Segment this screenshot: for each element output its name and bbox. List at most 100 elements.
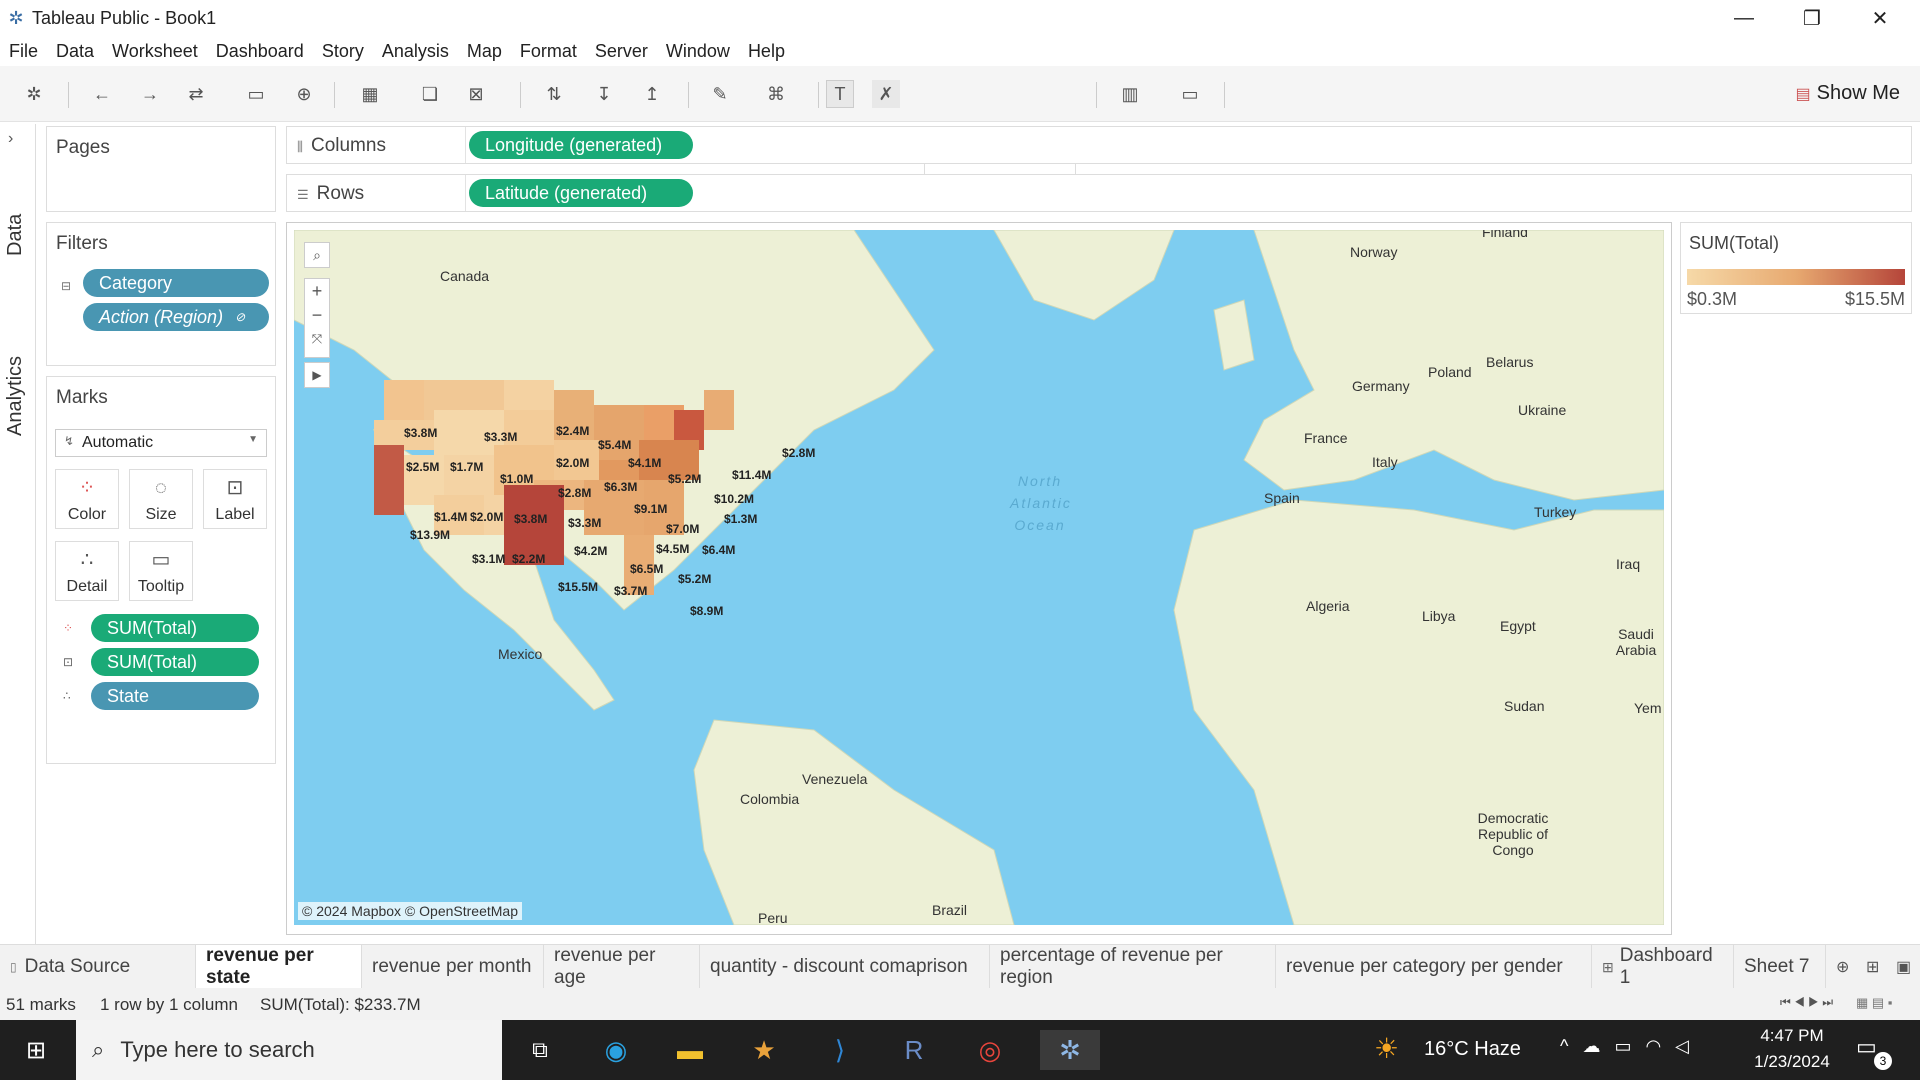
undo-icon[interactable]: ← xyxy=(88,80,116,108)
fix-axes-icon[interactable]: ✗ xyxy=(872,80,900,108)
filter-pill-action-region[interactable]: Action (Region) ⊘ xyxy=(83,303,269,331)
presentation-mode-icon[interactable]: ▭ xyxy=(1176,80,1204,108)
tab-percentage-revenue-region[interactable]: percentage of revenue per region xyxy=(990,945,1276,989)
state-label: $1.3M xyxy=(724,512,758,526)
menu-analysis[interactable]: Analysis xyxy=(373,41,458,62)
sort-descending-icon[interactable]: ↥ xyxy=(638,80,666,108)
new-story-tab-icon[interactable]: ▣ xyxy=(1896,957,1911,977)
menu-data[interactable]: Data xyxy=(47,41,103,62)
tab-revenue-category-gender[interactable]: revenue per category per gender xyxy=(1276,945,1592,989)
map-search-icon[interactable]: ⌕ xyxy=(304,242,330,268)
tab-sheet-7[interactable]: Sheet 7 xyxy=(1734,945,1826,989)
menu-dashboard[interactable]: Dashboard xyxy=(207,41,313,62)
new-dashboard-tab-icon[interactable]: ⊞ xyxy=(1866,957,1879,977)
redo-icon[interactable]: → xyxy=(136,80,164,108)
map-label-yemen: Yem xyxy=(1634,700,1662,716)
menu-file[interactable]: File xyxy=(0,41,47,62)
taskbar-search-box[interactable]: ⌕ Type here to search xyxy=(76,1020,502,1080)
minimize-button[interactable]: — xyxy=(1710,0,1778,36)
marks-pill-label-sum-total[interactable]: SUM(Total) xyxy=(91,648,259,676)
menu-worksheet[interactable]: Worksheet xyxy=(103,41,207,62)
weather-text[interactable]: 16°C Haze xyxy=(1424,1038,1521,1061)
system-tray-icons[interactable]: ^☁▭◠◁ xyxy=(1560,1036,1703,1057)
rows-shelf[interactable]: ☰ Rows Latitude (generated) xyxy=(286,174,1912,212)
restore-button[interactable]: ❐ xyxy=(1778,0,1846,36)
clear-sheet-icon[interactable]: ⊠ xyxy=(462,80,490,108)
state-label: $1.7M xyxy=(450,460,484,474)
show-me-icon: ▤ xyxy=(1795,85,1811,103)
clock-time[interactable]: 4:47 PM xyxy=(1752,1026,1832,1046)
mark-type-dropdown[interactable]: ↯ Automatic ▼ xyxy=(55,429,267,457)
view-mode-icons[interactable]: ▦ ▤ ▪ xyxy=(1856,995,1892,1011)
close-button[interactable]: ✕ xyxy=(1846,0,1914,36)
duplicate-sheet-icon[interactable]: ❏ xyxy=(416,80,444,108)
new-data-source-icon[interactable]: ⊕ xyxy=(290,80,318,108)
tab-data[interactable]: Data xyxy=(4,214,27,256)
edge-icon[interactable]: ◉ xyxy=(594,1030,638,1070)
rows-pill-latitude[interactable]: Latitude (generated) xyxy=(469,179,693,207)
filter-pill-category[interactable]: Category xyxy=(83,269,269,297)
map-label-germany: Germany xyxy=(1352,378,1410,394)
menu-help[interactable]: Help xyxy=(739,41,794,62)
r-studio-icon[interactable]: R xyxy=(892,1030,936,1070)
state-label: $13.9M xyxy=(410,528,451,542)
tooltip-button[interactable]: ▭ Tooltip xyxy=(129,541,193,601)
tableau-logo-icon[interactable]: ✲ xyxy=(20,80,48,108)
file-explorer-icon[interactable]: ▬ xyxy=(668,1030,712,1070)
tab-revenue-per-month[interactable]: revenue per month xyxy=(362,945,544,989)
chrome-icon[interactable]: ◎ xyxy=(968,1030,1012,1070)
swap-rows-columns-icon[interactable]: ⇅ xyxy=(540,80,568,108)
notification-icon[interactable]: ▭ xyxy=(1856,1034,1877,1060)
pages-title: Pages xyxy=(56,137,110,158)
reset-map-icon[interactable]: ⤧ xyxy=(305,327,329,351)
menu-format[interactable]: Format xyxy=(511,41,586,62)
new-worksheet-tab-icon[interactable]: ⊕ xyxy=(1836,957,1849,977)
task-view-icon[interactable]: ⧉ xyxy=(518,1030,562,1070)
windows-start-icon[interactable]: ⊞ xyxy=(14,1030,58,1070)
save-icon[interactable]: ▭ xyxy=(242,80,270,108)
tab-revenue-per-state[interactable]: revenue per state xyxy=(196,945,362,989)
menu-window[interactable]: Window xyxy=(657,41,739,62)
star-app-icon[interactable]: ★ xyxy=(742,1030,786,1070)
tab-analytics[interactable]: Analytics xyxy=(4,356,27,436)
columns-pill-longitude[interactable]: Longitude (generated) xyxy=(469,131,693,159)
legend-title[interactable]: SUM(Total) xyxy=(1689,233,1779,254)
marks-pill-state[interactable]: State xyxy=(91,682,259,710)
group-members-icon[interactable]: ⌘ xyxy=(762,80,790,108)
map-label-france: France xyxy=(1304,430,1348,446)
map-toolbar-expand-icon[interactable]: ▶ xyxy=(304,362,330,388)
sheet-nav-icons[interactable]: ⏮ ◀ ▶ ⏭ xyxy=(1780,995,1833,1010)
tableau-taskbar-icon[interactable]: ✲ xyxy=(1040,1030,1100,1070)
size-button[interactable]: ◌ Size xyxy=(129,469,193,529)
tab-quantity-discount[interactable]: quantity - discount comaprison xyxy=(700,945,990,989)
detail-button[interactable]: ∴ Detail xyxy=(55,541,119,601)
show-me-button[interactable]: ▤ Show Me xyxy=(1796,82,1901,105)
state-label: $1.4M xyxy=(434,510,468,524)
menu-server[interactable]: Server xyxy=(586,41,657,62)
color-button[interactable]: ⁘ Color xyxy=(55,469,119,529)
marks-pill-color-sum-total[interactable]: SUM(Total) xyxy=(91,614,259,642)
map-label-finland: Finland xyxy=(1482,230,1528,240)
columns-shelf[interactable]: ⫼ Columns Longitude (generated) xyxy=(286,126,1912,164)
map-view[interactable]: Canada Mexico Venezuela Colombia Peru Br… xyxy=(294,230,1664,925)
swap-icon[interactable]: ⇄ xyxy=(182,80,210,108)
expand-chevron-icon[interactable]: › xyxy=(8,130,13,148)
menu-story[interactable]: Story xyxy=(313,41,373,62)
show-mark-labels-icon[interactable]: T xyxy=(826,80,854,108)
label-button[interactable]: ⊡ Label xyxy=(203,469,267,529)
tab-dashboard-1[interactable]: ⊞ Dashboard 1 xyxy=(1592,945,1734,989)
highlight-icon[interactable]: ✎ xyxy=(706,80,734,108)
map-label-ocean: North Atlantic Ocean xyxy=(1010,473,1072,533)
menu-map[interactable]: Map xyxy=(458,41,511,62)
new-worksheet-icon[interactable]: ▦ xyxy=(356,80,384,108)
clock-date[interactable]: 1/23/2024 xyxy=(1744,1052,1840,1072)
map-label-belarus: Belarus xyxy=(1486,354,1534,370)
tab-revenue-per-age[interactable]: revenue per age xyxy=(544,945,700,989)
presentation-mode-chart-icon[interactable]: ▥ xyxy=(1116,80,1144,108)
zoom-out-icon[interactable]: − xyxy=(305,303,329,327)
sort-ascending-icon[interactable]: ↧ xyxy=(590,80,618,108)
vscode-icon[interactable]: ⟩ xyxy=(818,1030,862,1070)
zoom-in-icon[interactable]: + xyxy=(305,279,329,303)
tab-data-source[interactable]: ▯ Data Source xyxy=(0,945,196,989)
map-attribution[interactable]: © 2024 Mapbox © OpenStreetMap xyxy=(298,902,522,920)
